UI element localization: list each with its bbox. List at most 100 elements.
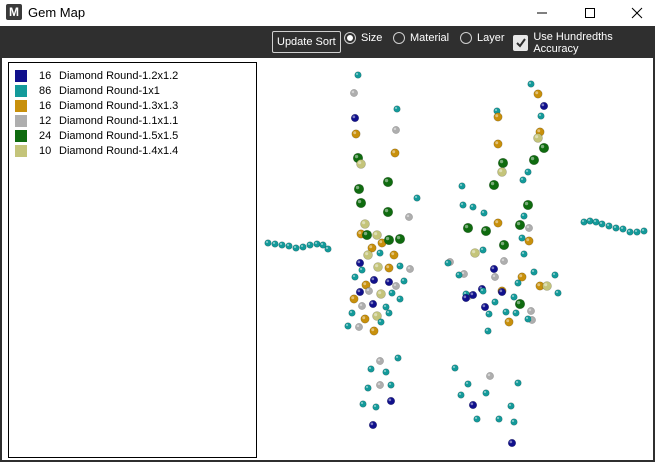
gem-1-stone[interactable] [388,289,396,297]
gem-1-stone[interactable] [393,105,401,113]
gem-1-4-stone[interactable] [363,250,373,260]
gem-1-5-stone[interactable] [514,298,526,310]
gem-1-stone[interactable] [464,380,472,388]
gem-1-stone[interactable] [484,327,492,335]
gem-1-2-stone[interactable] [350,113,360,123]
gem-1-stone[interactable] [537,112,545,120]
gem-1-stone[interactable] [457,391,465,399]
gem-1-5-stone[interactable] [522,199,534,211]
gem-1-3-stone[interactable] [493,218,503,228]
gem-1-stone[interactable] [354,71,362,79]
gem-1-stone[interactable] [592,218,600,226]
gem-1-stone[interactable] [619,225,627,233]
gem-1-stone[interactable] [348,309,356,317]
gem-1-1-stone[interactable] [376,381,384,389]
gem-1-stone[interactable] [520,250,528,258]
hundredths-accuracy-checkbox[interactable]: Use Hundredths Accuracy [513,31,655,55]
gem-1-stone[interactable] [444,259,452,267]
gem-1-stone[interactable] [524,168,532,176]
gem-1-stone[interactable] [372,403,380,411]
gem-1-5-stone[interactable] [538,142,550,154]
gem-1-1-stone[interactable] [527,307,535,315]
gem-1-stone[interactable] [299,243,307,251]
gem-1-2-stone[interactable] [384,277,394,287]
gem-1-stone[interactable] [469,203,477,211]
gem-1-stone[interactable] [285,242,293,250]
gem-1-stone[interactable] [271,240,279,248]
gem-1-stone[interactable] [358,266,366,274]
gem-1-stone[interactable] [598,220,606,228]
minimize-button[interactable] [519,0,565,26]
gem-1-stone[interactable] [479,246,487,254]
gem-1-stone[interactable] [514,379,522,387]
gem-1-3-stone[interactable] [504,317,514,327]
gem-1-stone[interactable] [507,402,515,410]
gem-1-stone[interactable] [359,400,367,408]
gem-1-4-stone[interactable] [356,159,366,169]
gem-1-stone[interactable] [520,212,528,220]
gem-1-1-stone[interactable] [376,357,384,365]
gem-1-stone[interactable] [458,182,466,190]
gem-1-stone[interactable] [514,279,522,287]
gem-1-5-stone[interactable] [361,229,373,241]
gem-1-1-stone[interactable] [355,323,363,331]
gem-1-1-stone[interactable] [486,372,494,380]
gem-1-stone[interactable] [626,228,634,236]
gem-1-stone[interactable] [527,80,535,88]
gem-1-stone[interactable] [524,315,532,323]
gem-1-stone[interactable] [385,309,393,317]
close-button[interactable] [614,0,655,26]
gem-1-5-stone[interactable] [382,206,394,218]
gem-1-stone[interactable] [264,239,272,247]
gem-1-5-stone[interactable] [353,183,365,195]
gem-1-5-stone[interactable] [383,234,395,246]
gem-1-3-stone[interactable] [493,139,503,149]
gem-1-stone[interactable] [479,287,487,295]
gem-1-5-stone[interactable] [394,233,406,245]
gem-1-3-stone[interactable] [384,263,394,273]
gem-1-4-stone[interactable] [372,230,382,240]
gem-1-stone[interactable] [351,273,359,281]
gem-1-stone[interactable] [510,418,518,426]
gem-1-1-stone[interactable] [392,126,400,134]
gem-1-stone[interactable] [510,293,518,301]
gem-1-3-stone[interactable] [390,148,400,158]
gem-1-4-stone[interactable] [376,289,386,299]
gem-1-3-stone[interactable] [389,250,399,260]
gem-1-2-stone[interactable] [468,290,478,300]
gem-1-5-stone[interactable] [480,225,492,237]
gem-1-stone[interactable] [313,240,321,248]
gem-1-2-stone[interactable] [507,438,517,448]
gem-1-3-stone[interactable] [349,294,359,304]
gem-1-5-stone[interactable] [514,219,526,231]
gem-1-stone[interactable] [292,244,300,252]
gem-1-stone[interactable] [382,303,390,311]
gem-1-stone[interactable] [502,308,510,316]
gem-1-4-stone[interactable] [497,167,507,177]
gem-1-2-stone[interactable] [369,275,379,285]
gem-1-1-stone[interactable] [392,282,400,290]
gem-1-1-stone[interactable] [365,287,373,295]
gem-1-5-stone[interactable] [497,157,509,169]
gem-map-canvas[interactable] [262,62,652,458]
gem-1-4-stone[interactable] [373,262,383,272]
gem-1-stone[interactable] [344,322,352,330]
gem-1-stone[interactable] [605,222,613,230]
gem-1-2-stone[interactable] [368,420,378,430]
gem-1-stone[interactable] [554,289,562,297]
gem-1-1-stone[interactable] [525,224,533,232]
gem-1-1-stone[interactable] [500,257,508,265]
gem-1-5-stone[interactable] [382,176,394,188]
gem-1-2-stone[interactable] [489,264,499,274]
gem-1-3-stone[interactable] [369,326,379,336]
gem-1-1-stone[interactable] [491,273,499,281]
gem-1-stone[interactable] [382,368,390,376]
gem-1-3-stone[interactable] [360,314,370,324]
gem-1-stone[interactable] [580,218,588,226]
gem-1-3-stone[interactable] [351,129,361,139]
gem-1-stone[interactable] [413,194,421,202]
gem-1-stone[interactable] [482,389,490,397]
gem-1-stone[interactable] [519,176,527,184]
gem-1-stone[interactable] [612,224,620,232]
gem-1-stone[interactable] [377,318,385,326]
